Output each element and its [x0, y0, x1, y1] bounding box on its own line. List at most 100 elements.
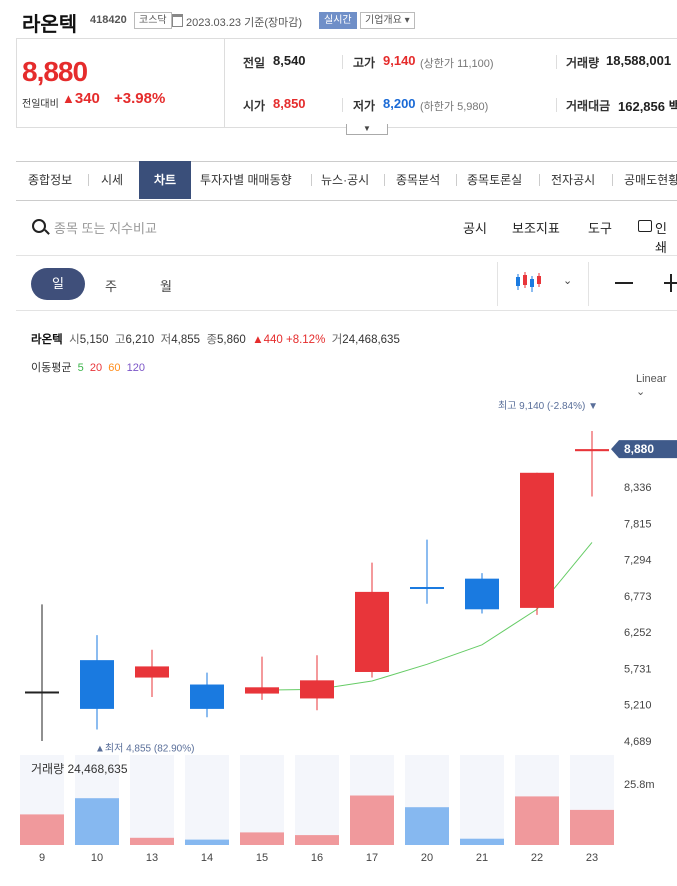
candle-body — [575, 449, 609, 452]
volume-bar — [570, 809, 614, 845]
change-value: ▲340 — [62, 90, 100, 107]
ohlc-legend: 라온텍 시5,150 고6,210 저4,855 종5,860 ▲440 +8.… — [31, 334, 400, 346]
y-tick-label: 7,815 — [624, 518, 652, 530]
period-month[interactable]: 월 — [160, 276, 172, 295]
divider — [311, 174, 312, 186]
candle-body — [245, 687, 279, 694]
zoom-out-icon[interactable] — [615, 282, 633, 284]
volume-bar — [130, 837, 174, 845]
lower-limit: (하한가 5,980) — [420, 101, 489, 113]
search-icon[interactable] — [32, 219, 46, 233]
divider — [497, 262, 498, 306]
tab-chart[interactable]: 차트 — [139, 161, 191, 199]
volume-bg — [460, 755, 504, 845]
volume-bg — [295, 755, 339, 845]
candle-body — [520, 472, 554, 608]
search-input[interactable]: 종목 또는 지수비교 — [54, 218, 157, 237]
x-tick-label: 10 — [91, 852, 103, 864]
change-percent: +3.98% — [114, 90, 166, 107]
candle-body — [410, 587, 444, 590]
candle-body — [355, 591, 389, 672]
x-tick-label: 17 — [366, 852, 378, 864]
period-week[interactable]: 주 — [105, 276, 117, 295]
x-tick-label: 22 — [531, 852, 543, 864]
candle-body — [80, 660, 114, 709]
price-chart[interactable]: 8,336 7,815 7,294 6,773 6,252 5,731 5,210 4,689… — [0, 390, 677, 870]
info-box — [224, 38, 677, 128]
divider — [342, 55, 343, 69]
disclosure-button[interactable]: 공시 — [463, 218, 487, 237]
tab-summary[interactable]: 종합정보 — [28, 161, 72, 199]
y-tick-label: 7,294 — [624, 555, 652, 567]
realtime-tag[interactable]: 실시간 — [319, 12, 357, 29]
stock-name: 라온텍 — [22, 14, 78, 36]
candle-body — [25, 691, 59, 694]
tab-short-selling[interactable]: 공매도현황 — [624, 161, 677, 199]
moving-average-legend[interactable]: 이동평균 5 20 60 120 — [31, 359, 145, 375]
volume-label: 거래량 24,468,635 — [31, 762, 128, 776]
volume-bar — [350, 795, 394, 845]
volume-bg — [185, 755, 229, 845]
divider — [588, 262, 589, 306]
y-tick-label: 6,773 — [624, 591, 652, 603]
x-tick-label: 16 — [311, 852, 323, 864]
candlestick-type-icon[interactable] — [515, 271, 541, 293]
volume-bar — [515, 796, 559, 845]
candle-body — [300, 680, 334, 699]
expand-toggle[interactable]: ▼ — [346, 124, 388, 135]
tab-news[interactable]: 뉴스·공시 — [321, 161, 369, 199]
divider — [456, 174, 457, 186]
low-value: 8,200 — [383, 96, 416, 111]
market-tag: 코스닥 — [134, 12, 172, 29]
open-value: 8,850 — [273, 96, 306, 111]
x-tick-label: 15 — [256, 852, 268, 864]
change-label: 전일대비 — [22, 99, 59, 110]
stock-code: 418420 — [90, 14, 127, 26]
volume-label: 거래량 — [566, 56, 600, 70]
divider — [342, 98, 343, 112]
amount-value: 162,856 백 — [618, 99, 677, 114]
y-tick-label: 5,210 — [624, 700, 652, 712]
x-tick-label: 13 — [146, 852, 158, 864]
tab-discussion[interactable]: 종목토론실 — [467, 161, 522, 199]
y-tick-label: 4,689 — [624, 736, 652, 748]
prev-value: 8,540 — [273, 53, 306, 68]
tab-analysis[interactable]: 종목분석 — [396, 161, 440, 199]
upper-limit: (상한가 11,100) — [420, 58, 494, 70]
date-text: 2023.03.23 기준(장마감) — [186, 17, 303, 29]
max-annotation: 최고 9,140 (-2.84%) ▼ — [498, 400, 598, 412]
company-overview-dropdown[interactable]: 기업개요 ▾ — [360, 12, 415, 29]
volume-bar — [405, 807, 449, 845]
low-label: 저가 — [353, 99, 376, 113]
tools-button[interactable]: 도구 — [588, 218, 612, 237]
volume-axis-max: 25.8m — [624, 779, 655, 791]
period-day[interactable]: 일 — [31, 268, 85, 300]
divider — [384, 174, 385, 186]
current-price: 8,880 — [22, 56, 88, 87]
high-value: 9,140 — [383, 53, 416, 68]
print-button[interactable]: 인쇄 — [655, 218, 677, 256]
volume-bar — [185, 839, 229, 845]
divider — [539, 174, 540, 186]
calendar-icon — [172, 14, 183, 27]
indicators-button[interactable]: 보조지표 — [512, 218, 560, 237]
x-tick-label: 20 — [421, 852, 433, 864]
volume-bg — [130, 755, 174, 845]
divider — [88, 174, 89, 186]
tab-investors[interactable]: 투자자별 매매동향 — [200, 161, 292, 199]
volume-value: 18,588,001 — [606, 53, 672, 68]
divider — [612, 174, 613, 186]
tab-quotes[interactable]: 시세 — [101, 161, 123, 199]
candle-body — [135, 666, 169, 678]
last-price-label: 8,880 — [624, 442, 654, 456]
volume-bar — [460, 838, 504, 845]
print-icon[interactable] — [638, 220, 652, 232]
zoom-in-icon[interactable] — [662, 274, 677, 292]
tab-disclosure[interactable]: 전자공시 — [551, 161, 595, 199]
divider — [556, 98, 557, 112]
y-tick-label: 6,252 — [624, 627, 652, 639]
divider — [16, 255, 677, 256]
chevron-down-icon[interactable]: ⌄ — [563, 274, 572, 287]
x-tick-label: 23 — [586, 852, 598, 864]
volume-bar — [240, 832, 284, 845]
